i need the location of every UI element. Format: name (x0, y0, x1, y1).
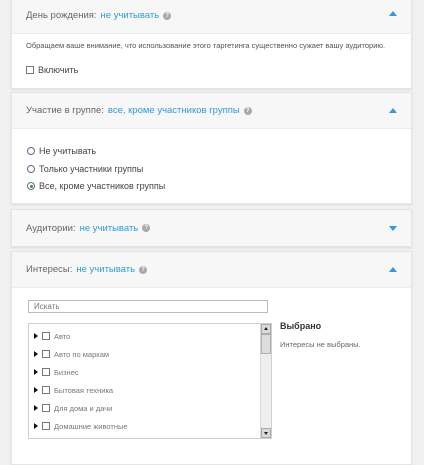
scroll-thumb[interactable] (261, 334, 271, 354)
category-checkbox[interactable] (42, 368, 50, 376)
arrow-up-icon (264, 327, 268, 330)
groups-option-label: Все, кроме участников группы (39, 181, 166, 191)
list-scrollbar[interactable] (260, 324, 271, 438)
groups-value-link[interactable]: все, кроме участников группы (108, 105, 240, 116)
question-icon[interactable]: ? (163, 11, 172, 20)
birthday-value-link[interactable]: не учитывать (101, 10, 160, 21)
audiences-value-link[interactable]: не учитывать (80, 223, 139, 234)
question-icon[interactable]: ? (139, 265, 148, 274)
expand-triangle-icon[interactable] (34, 405, 38, 411)
collapse-arrow-icon[interactable] (389, 107, 397, 113)
interests-value-link[interactable]: не учитывать (76, 264, 135, 275)
groups-label: Участие в группе: (26, 105, 104, 116)
groups-header[interactable]: Участие в группе: все, кроме участников … (12, 93, 411, 129)
list-item[interactable]: Домашние животные (34, 420, 128, 432)
list-item[interactable]: Бизнес (34, 366, 79, 378)
radio-checked-icon[interactable] (27, 182, 35, 190)
expand-arrow-icon[interactable] (389, 226, 397, 231)
interests-panel: Интересы: не учитывать ? Авто Авто по ма… (11, 251, 412, 465)
interests-body: Авто Авто по маркам Бизнес Бытовая техни… (12, 289, 411, 464)
category-checkbox[interactable] (42, 422, 50, 430)
expand-triangle-icon[interactable] (34, 387, 38, 393)
arrow-down-icon (264, 432, 268, 435)
category-label: Авто (54, 331, 71, 341)
selected-empty-text: Интересы не выбраны. (280, 340, 361, 349)
expand-triangle-icon[interactable] (34, 333, 38, 339)
collapse-arrow-icon[interactable] (389, 10, 397, 16)
radio-icon[interactable] (27, 165, 35, 173)
radio-icon[interactable] (27, 147, 35, 155)
birthday-notice: Обращаем ваше внимание, что использовани… (26, 41, 386, 50)
category-label: Бизнес (54, 367, 79, 377)
collapse-arrow-icon[interactable] (389, 266, 397, 272)
page: { "birthday": { "label": "День рождения:… (0, 0, 424, 465)
interests-search-input[interactable] (28, 300, 268, 313)
list-item[interactable]: Авто по маркам (34, 348, 109, 360)
category-checkbox[interactable] (42, 350, 50, 358)
birthday-enable-row[interactable]: Включить (26, 65, 78, 75)
scroll-down-button[interactable] (261, 428, 271, 438)
question-icon[interactable]: ? (142, 224, 151, 232)
list-item[interactable]: Авто (34, 330, 70, 342)
groups-option-label: Не учитывать (39, 146, 97, 156)
category-label: Бытовая техника (54, 385, 114, 395)
birthday-panel: День рождения: не учитывать ? Обращаем в… (11, 0, 412, 89)
groups-option-any[interactable]: Не учитывать (27, 146, 96, 156)
groups-panel: Участие в группе: все, кроме участников … (11, 92, 412, 204)
interests-label: Интересы: (26, 264, 73, 275)
category-label: Авто по маркам (54, 349, 110, 359)
interests-category-list[interactable]: Авто Авто по маркам Бизнес Бытовая техни… (28, 323, 272, 439)
groups-option-label: Только участники группы (39, 164, 144, 174)
selected-title: Выбрано (280, 321, 322, 331)
category-checkbox[interactable] (42, 404, 50, 412)
question-icon[interactable]: ? (243, 106, 252, 115)
scroll-up-button[interactable] (261, 324, 271, 334)
interests-header[interactable]: Интересы: не учитывать ? (12, 252, 411, 288)
audiences-label: Аудитории: (26, 222, 76, 234)
birthday-header[interactable]: День рождения: не учитывать ? (12, 0, 411, 34)
expand-triangle-icon[interactable] (34, 423, 38, 429)
groups-option-members[interactable]: Только участники группы (27, 164, 143, 174)
birthday-enable-checkbox[interactable] (26, 66, 34, 74)
birthday-enable-label: Включить (38, 65, 79, 75)
list-item[interactable]: Бытовая техника (34, 384, 113, 396)
category-checkbox[interactable] (42, 386, 50, 394)
category-checkbox[interactable] (42, 332, 50, 340)
audiences-header[interactable]: Аудитории: не учитывать ? (12, 210, 411, 246)
expand-triangle-icon[interactable] (34, 351, 38, 357)
expand-triangle-icon[interactable] (34, 369, 38, 375)
category-label: Домашние животные (54, 421, 128, 431)
birthday-label: День рождения: (26, 10, 97, 21)
category-label: Для дома и дачи (54, 403, 113, 413)
list-item[interactable]: Для дома и дачи (34, 402, 112, 414)
groups-option-except-members[interactable]: Все, кроме участников группы (27, 181, 165, 191)
audiences-panel: Аудитории: не учитывать ? (11, 209, 412, 247)
